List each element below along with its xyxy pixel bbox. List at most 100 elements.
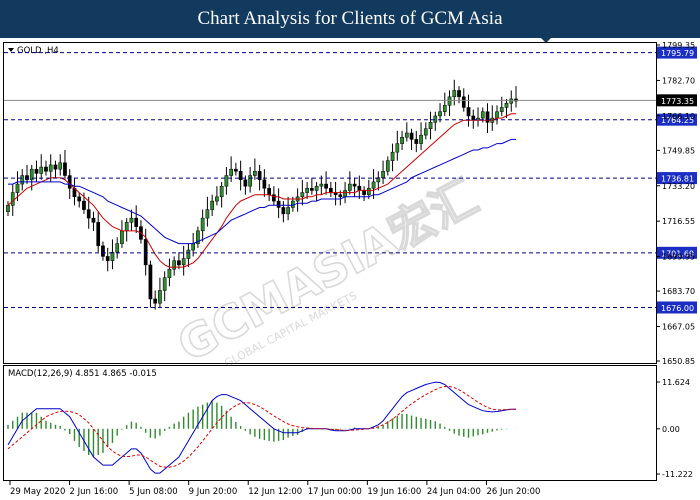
candle-body [86, 209, 91, 219]
macd-y-tick-label: 0.00 [662, 425, 680, 434]
candle-body [414, 139, 419, 144]
y-tick-label: 1667.05 [662, 323, 695, 332]
candle-body [281, 207, 286, 215]
candle-body [499, 107, 504, 112]
candle-body [357, 185, 362, 191]
candle-body [82, 200, 86, 210]
candle-body [34, 168, 39, 174]
candle-body [381, 171, 385, 178]
y-tick-label: 1650.85 [662, 357, 695, 366]
candle-body [215, 196, 219, 202]
candle-body [409, 132, 414, 140]
macd-y-tick-label: 11.624 [662, 378, 690, 387]
candle-body [272, 194, 276, 202]
candle-body [210, 200, 214, 210]
candle-body [404, 132, 409, 138]
candle-body [234, 168, 238, 172]
candle-body [44, 166, 48, 172]
candle-body [485, 111, 490, 123]
y-tick-label: 1749.85 [662, 146, 695, 155]
candle-body [243, 179, 248, 187]
candle-body [153, 298, 158, 304]
y-tick-label: 1716.55 [662, 217, 695, 226]
candle-body [276, 200, 281, 208]
candle-body [63, 162, 67, 176]
candle-body [101, 245, 105, 257]
candle-body [224, 175, 229, 187]
candle-body [343, 190, 347, 198]
candle-body [129, 217, 134, 223]
candle-body [158, 290, 162, 304]
candle-body [67, 175, 72, 189]
candle-body [262, 179, 267, 189]
candle-body [167, 268, 172, 278]
candle-body [267, 188, 271, 195]
candle-body [120, 230, 124, 244]
x-tick-label: 9 Jun 20:00 [189, 487, 238, 497]
candle-body [310, 188, 314, 191]
candle-body [48, 164, 53, 172]
candle-body [96, 222, 101, 247]
candle-body [205, 209, 210, 219]
candle-body [134, 217, 139, 227]
candle-body [338, 194, 343, 198]
candle-body [390, 151, 395, 161]
candle-body [110, 251, 115, 261]
macd-label: MACD(12,26,9) 4.851 4.865 -0.015 [8, 369, 157, 379]
candle-body [219, 185, 224, 198]
candle-body [362, 190, 366, 195]
candle-body [200, 217, 205, 232]
candle-body [371, 181, 376, 189]
x-tick-label: 2 Jun 16:00 [70, 487, 119, 497]
candle-body [366, 188, 371, 195]
candle-body [229, 168, 233, 176]
candle-body [172, 260, 177, 270]
candle-body [300, 192, 305, 198]
candle-body [504, 102, 509, 108]
x-tick-label: 17 Jun 00:00 [308, 487, 362, 497]
x-tick-label: 5 Jun 08:00 [129, 487, 178, 497]
candle-body [466, 107, 471, 117]
y-tick-label: 1766.10 [662, 112, 695, 121]
x-tick-label: 12 Jun 12:00 [248, 487, 302, 497]
candle-body [238, 171, 243, 181]
candle-body [442, 105, 447, 112]
y-tick-label: 1782.70 [662, 76, 695, 85]
x-tick-label: 26 Jun 20:00 [486, 487, 540, 497]
current-price-label: 1773.35 [661, 97, 694, 106]
y-axis: 1799.35 1782.70 1766.10 1749.85 1733.20 1716.… [656, 41, 695, 366]
candle-body [177, 260, 181, 266]
candle-body [438, 111, 442, 117]
candle-body [186, 249, 191, 259]
candle-body [452, 90, 457, 98]
candle-body [39, 166, 44, 174]
candle-body [423, 128, 428, 136]
candle-body [457, 90, 461, 98]
x-tick-label: 24 Jun 04:00 [427, 487, 481, 497]
candle-body [162, 277, 167, 291]
candle-body [480, 111, 485, 119]
candle-body [324, 183, 328, 189]
y-tick-label: 1699.95 [662, 253, 695, 262]
candle-body [124, 222, 129, 232]
candle-body [105, 256, 110, 261]
candle-body [248, 175, 252, 187]
candle-body [77, 196, 82, 202]
level-tag-label: 1676.00 [661, 304, 694, 313]
candle-body [428, 122, 433, 129]
macd-y-tick-label: -11.222 [662, 470, 693, 479]
candle-body [352, 183, 357, 187]
candle-body [319, 183, 324, 187]
candle-body [314, 185, 319, 191]
candle-body [10, 192, 15, 206]
candle-body [400, 136, 404, 144]
candle-body [447, 96, 452, 106]
candle-body [191, 243, 196, 251]
candle-body [91, 217, 96, 223]
candle-body [305, 188, 309, 193]
chart-canvas: GCMASIA宏汇 GLOBAL CAPITAL MARKETS GOLD ,H… [3, 41, 697, 497]
candle-body [15, 183, 20, 193]
candle-body [419, 134, 423, 144]
candle-body [495, 111, 499, 119]
candle-body [58, 162, 63, 170]
